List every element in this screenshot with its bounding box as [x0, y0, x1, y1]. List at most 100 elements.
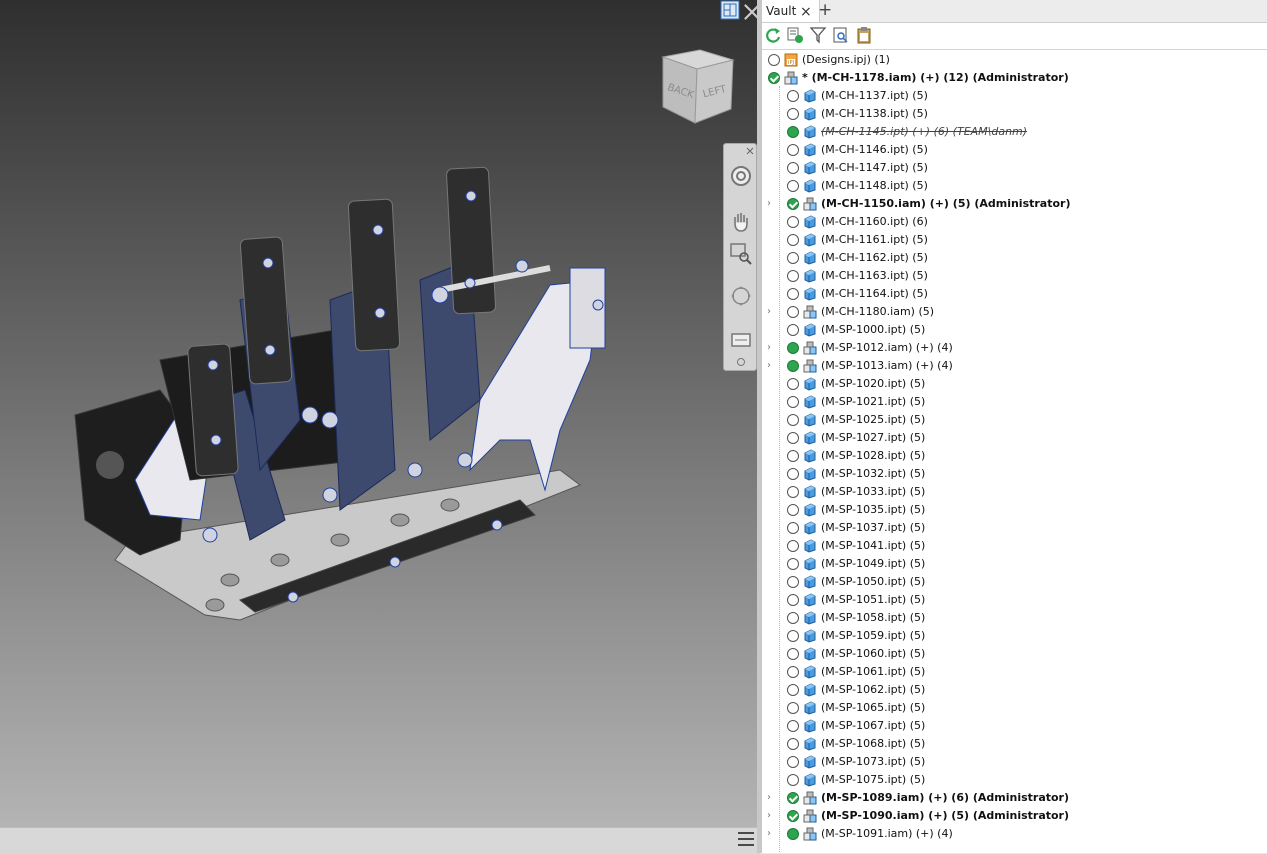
tree-row[interactable]: * (M-CH-1178.iam) (+) (12) (Administrato…: [762, 69, 1267, 87]
layout-toggle-icon[interactable]: [720, 0, 740, 20]
expand-chevron-icon[interactable]: ›: [767, 303, 775, 321]
project-file-icon: IPJ: [784, 53, 798, 67]
expand-chevron-icon[interactable]: ›: [767, 789, 775, 807]
tree-row[interactable]: (M-SP-1050.ipt) (5): [762, 573, 1267, 591]
tree-row[interactable]: (M-SP-1025.ipt) (5): [762, 411, 1267, 429]
orbit-icon[interactable]: [729, 284, 753, 308]
tree-row[interactable]: (M-SP-1061.ipt) (5): [762, 663, 1267, 681]
hamburger-menu-icon[interactable]: [738, 832, 754, 846]
tree-row[interactable]: (M-SP-1062.ipt) (5): [762, 681, 1267, 699]
vault-tree[interactable]: IPJ (Designs.ipj) (1) * (M-CH-1178.iam) (+…: [762, 50, 1267, 853]
tree-row[interactable]: (M-CH-1162.ipt) (5): [762, 249, 1267, 267]
tree-row-label: (M-CH-1148.ipt) (5): [821, 179, 928, 192]
add-tab-icon[interactable]: +: [818, 0, 832, 20]
tree-row[interactable]: (M-CH-1145.ipt) (+) (6) (TEAM\danm): [762, 123, 1267, 141]
tree-row[interactable]: (M-SP-1060.ipt) (5): [762, 645, 1267, 663]
part-file-icon: [803, 89, 817, 103]
tree-row[interactable]: (M-SP-1041.ipt) (5): [762, 537, 1267, 555]
tree-row[interactable]: › (M-CH-1180.iam) (5): [762, 303, 1267, 321]
pan-hand-icon[interactable]: [729, 210, 753, 234]
tree-row[interactable]: (M-SP-1027.ipt) (5): [762, 429, 1267, 447]
tree-row[interactable]: (M-CH-1138.ipt) (5): [762, 105, 1267, 123]
find-icon[interactable]: [832, 26, 850, 44]
part-file-icon: [803, 107, 817, 121]
tree-row[interactable]: › (M-SP-1013.iam) (+) (4): [762, 357, 1267, 375]
part-file-icon: [803, 719, 817, 733]
tree-row[interactable]: (M-SP-1000.ipt) (5): [762, 321, 1267, 339]
tree-row[interactable]: (M-SP-1028.ipt) (5): [762, 447, 1267, 465]
tree-row[interactable]: (M-SP-1035.ipt) (5): [762, 501, 1267, 519]
tree-row-label: (M-CH-1161.ipt) (5): [821, 233, 928, 246]
expand-chevron-icon[interactable]: ›: [767, 825, 775, 843]
tree-row-label: (M-SP-1037.ipt) (5): [821, 521, 926, 534]
tree-row[interactable]: (M-SP-1067.ipt) (5): [762, 717, 1267, 735]
tree-row-label: (M-SP-1090.iam) (+) (5) (Administrator): [821, 809, 1070, 822]
tree-row[interactable]: (M-SP-1073.ipt) (5): [762, 753, 1267, 771]
tree-row[interactable]: › (M-SP-1091.iam) (+) (4): [762, 825, 1267, 843]
part-file-icon: [803, 377, 817, 391]
pedal-assembly-model[interactable]: [0, 0, 757, 827]
assembly-file-icon: [803, 197, 817, 211]
tree-row-label: (M-SP-1059.ipt) (5): [821, 629, 926, 642]
tree-row[interactable]: (M-CH-1146.ipt) (5): [762, 141, 1267, 159]
tree-row[interactable]: › (M-SP-1090.iam) (+) (5) (Administrator): [762, 807, 1267, 825]
tree-row[interactable]: (M-CH-1147.ipt) (5): [762, 159, 1267, 177]
part-file-icon: [803, 503, 817, 517]
tree-row[interactable]: (M-SP-1065.ipt) (5): [762, 699, 1267, 717]
close-view-icon[interactable]: [742, 2, 757, 22]
tree-row-label: (M-SP-1020.ipt) (5): [821, 377, 926, 390]
tree-row[interactable]: (M-CH-1163.ipt) (5): [762, 267, 1267, 285]
vault-status-icon: [787, 360, 799, 372]
check-status-icon[interactable]: [786, 26, 804, 44]
panel-tab-bar: Vault × +: [762, 0, 1267, 23]
clipboard-icon[interactable]: [855, 26, 873, 44]
tree-row-label: (M-SP-1073.ipt) (5): [821, 755, 926, 768]
tree-row[interactable]: (M-SP-1075.ipt) (5): [762, 771, 1267, 789]
tree-row[interactable]: (M-SP-1059.ipt) (5): [762, 627, 1267, 645]
part-file-icon: [803, 593, 817, 607]
tree-row[interactable]: (M-SP-1020.ipt) (5): [762, 375, 1267, 393]
viewcube[interactable]: BACK LEFT: [655, 45, 740, 125]
tree-row[interactable]: (M-CH-1164.ipt) (5): [762, 285, 1267, 303]
tree-row[interactable]: (M-CH-1148.ipt) (5): [762, 177, 1267, 195]
tab-close-icon[interactable]: ×: [800, 1, 812, 23]
graphics-viewport[interactable]: BACK LEFT: [0, 0, 757, 827]
zoom-window-icon[interactable]: [729, 242, 753, 266]
tree-row[interactable]: (M-CH-1160.ipt) (6): [762, 213, 1267, 231]
expand-chevron-icon[interactable]: ›: [767, 807, 775, 825]
expand-chevron-icon[interactable]: ›: [767, 195, 775, 213]
tree-row[interactable]: (M-SP-1049.ipt) (5): [762, 555, 1267, 573]
refresh-icon[interactable]: [764, 26, 782, 44]
part-file-icon: [803, 611, 817, 625]
vault-status-icon: [787, 90, 799, 102]
tree-row[interactable]: (M-SP-1021.ipt) (5): [762, 393, 1267, 411]
part-file-icon: [803, 575, 817, 589]
vault-status-icon: [787, 216, 799, 228]
vault-status-icon: [787, 666, 799, 678]
tree-row[interactable]: › (M-SP-1089.iam) (+) (6) (Administrator): [762, 789, 1267, 807]
tree-row[interactable]: (M-SP-1033.ipt) (5): [762, 483, 1267, 501]
tree-row-label: (M-CH-1145.ipt) (+) (6) (TEAM\danm): [821, 125, 1028, 138]
tree-row[interactable]: (M-SP-1058.ipt) (5): [762, 609, 1267, 627]
tree-row[interactable]: (M-SP-1051.ipt) (5): [762, 591, 1267, 609]
tree-row[interactable]: IPJ (Designs.ipj) (1): [762, 51, 1267, 69]
tree-row-label: (M-SP-1027.ipt) (5): [821, 431, 926, 444]
look-at-icon[interactable]: [729, 328, 753, 352]
navbar-menu-icon[interactable]: [736, 358, 746, 366]
tree-row[interactable]: (M-SP-1068.ipt) (5): [762, 735, 1267, 753]
tree-row-label: (M-CH-1146.ipt) (5): [821, 143, 928, 156]
steering-wheel-icon[interactable]: [729, 164, 753, 188]
part-file-icon: [803, 539, 817, 553]
tree-row[interactable]: › (M-CH-1150.iam) (+) (5) (Administrator): [762, 195, 1267, 213]
expand-chevron-icon[interactable]: ›: [767, 339, 775, 357]
vault-status-icon: [768, 54, 780, 66]
tab-vault[interactable]: Vault ×: [762, 0, 820, 22]
tree-row[interactable]: (M-SP-1037.ipt) (5): [762, 519, 1267, 537]
tree-row[interactable]: (M-CH-1161.ipt) (5): [762, 231, 1267, 249]
tree-row[interactable]: › (M-SP-1012.iam) (+) (4): [762, 339, 1267, 357]
navbar-close-icon[interactable]: [746, 147, 754, 155]
expand-chevron-icon[interactable]: ›: [767, 357, 775, 375]
tree-row[interactable]: (M-SP-1032.ipt) (5): [762, 465, 1267, 483]
filter-icon[interactable]: [809, 26, 827, 44]
tree-row[interactable]: (M-CH-1137.ipt) (5): [762, 87, 1267, 105]
